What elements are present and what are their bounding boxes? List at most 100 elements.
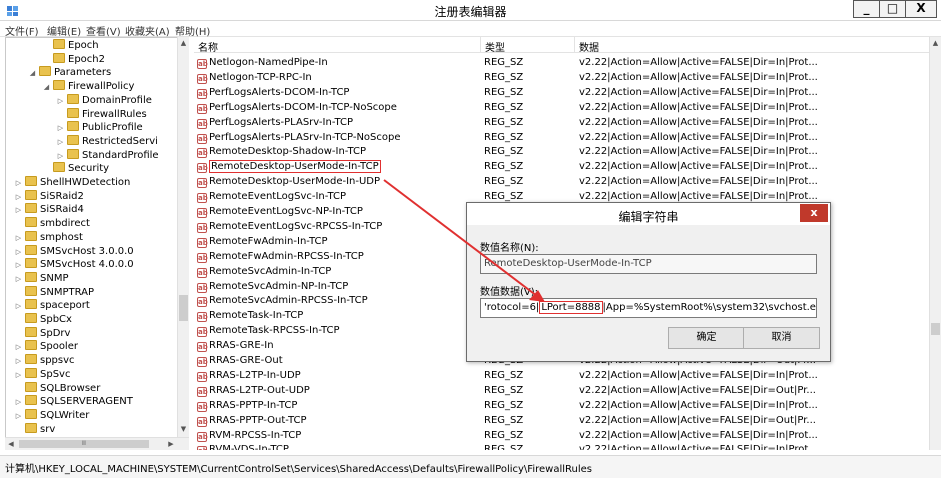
tree-item[interactable]: Epoch2 (42, 52, 105, 67)
column-divider[interactable] (480, 37, 481, 53)
table-row[interactable]: abRRAS-PPTP-In-TCP REG_SZ v2.22|Action=All… (194, 398, 929, 413)
value-name-text: Netlogon-TCP-RPC-In (209, 71, 312, 83)
tree-item[interactable]: SNMPTRAP (14, 285, 94, 300)
menu-favorites[interactable]: 收藏夹(A) (125, 23, 170, 38)
tree-expander-icon[interactable]: ◢ (28, 66, 37, 80)
tree-expander-icon[interactable]: ▷ (14, 368, 23, 382)
tree-item[interactable]: ◢ Parameters (28, 66, 111, 80)
tree-expander-icon[interactable]: ▷ (14, 203, 23, 217)
tree-item[interactable]: ▷ SMSvcHost 4.0.0.0 (14, 258, 134, 272)
scroll-up-icon[interactable]: ▲ (930, 37, 941, 49)
tree-item[interactable]: ◢ FirewallPolicy (42, 80, 134, 94)
value-data-field[interactable]: 'rotocol=6| LPort=8888 |App=%SystemRoot%\s… (480, 298, 817, 318)
tree-item[interactable]: Epoch (42, 39, 99, 53)
tree-item[interactable]: ▷ DomainProfile (56, 93, 152, 108)
table-row[interactable]: abRVM-VDS-In-TCP REG_SZ v2.22|Action=Allow… (194, 442, 929, 450)
tree-item[interactable]: FirewallRules (56, 107, 147, 122)
tree-horizontal-scrollbar[interactable]: ◀ Ⅲ ▶ (5, 437, 189, 450)
tree-item[interactable]: ▷ SpSvc (14, 367, 70, 382)
table-row[interactable]: abRRAS-PPTP-Out-TCP REG_SZ v2.22|Action=Al… (194, 413, 929, 428)
tree-item[interactable]: ▷ StandardProfile (56, 148, 159, 163)
table-row[interactable]: abNetlogon-TCP-RPC-In REG_SZ v2.22|Action=… (194, 70, 929, 85)
tree-item[interactable]: ▷ SQLSERVERAGENT (14, 395, 133, 409)
table-row[interactable]: abRemoteDesktop-UserMode-In-UDP REG_SZ v2.… (194, 174, 929, 189)
tree-item[interactable]: ▷ SiSRaid2 (14, 189, 84, 204)
value-name-text: RRAS-L2TP-Out-UDP (209, 384, 310, 396)
dialog-close-button[interactable]: x (800, 204, 828, 222)
table-row[interactable]: abPerfLogsAlerts-PLASrv-In-TCP REG_SZ v2.2… (194, 115, 929, 130)
tree-item[interactable]: ▷ smphost (14, 230, 83, 245)
minimize-button[interactable]: _ (853, 0, 880, 18)
scroll-up-icon[interactable]: ▲ (178, 37, 189, 49)
maximize-button[interactable]: □ (879, 0, 906, 18)
tree-item[interactable]: ▷ SQLWriter (14, 408, 89, 423)
close-button[interactable]: X (905, 0, 937, 18)
scroll-right-icon[interactable]: ▶ (165, 438, 177, 451)
value-name-cell: abRemoteSvcAdmin-In-TCP (197, 264, 331, 279)
tree-expander-icon[interactable]: ▷ (14, 395, 23, 409)
list-vertical-scrollbar[interactable]: ▲ (929, 37, 941, 450)
tree-item[interactable]: SQLBrowser (14, 381, 100, 396)
table-row[interactable]: abRRAS-L2TP-In-UDP REG_SZ v2.22|Action=All… (194, 368, 929, 383)
tree-item[interactable]: ▷ spaceport (14, 299, 90, 313)
tree-expander-icon[interactable]: ▷ (14, 231, 23, 245)
tree-item[interactable]: ▷ RestrictedServi (56, 134, 158, 149)
table-row[interactable]: abPerfLogsAlerts-PLASrv-In-TCP-NoScope RE… (194, 130, 929, 145)
tree-item[interactable]: ▷ SMSvcHost 3.0.0.0 (14, 244, 134, 259)
value-name-field[interactable]: RemoteDesktop-UserMode-In-TCP (480, 254, 817, 274)
column-type-header[interactable]: 类型 (485, 39, 505, 54)
tree-expander-icon[interactable]: ▷ (14, 409, 23, 423)
tree-item[interactable]: smbdirect (14, 217, 90, 231)
lport-highlight: LPort=8888 (539, 301, 603, 314)
scroll-thumb[interactable] (179, 295, 188, 321)
tree-expander-icon[interactable]: ▷ (56, 94, 65, 108)
tree-item[interactable]: srv (14, 422, 55, 437)
table-row[interactable]: abRRAS-L2TP-Out-UDP REG_SZ v2.22|Action=Al… (194, 383, 929, 398)
menu-view[interactable]: 查看(V) (86, 23, 121, 38)
tree-item[interactable]: ▷ PublicProfile (56, 121, 143, 135)
ok-button[interactable]: 确定 (668, 327, 745, 349)
tree-expander-icon[interactable]: ▷ (14, 354, 23, 368)
value-data-cell: v2.22|Action=Allow|Active=FALSE|Dir=In|P… (579, 131, 818, 143)
table-row[interactable]: abNetlogon-NamedPipe-In REG_SZ v2.22|Actio… (194, 55, 929, 70)
tree-expander-icon[interactable]: ▷ (56, 135, 65, 149)
tree-item[interactable]: ▷ ShellHWDetection (14, 176, 130, 190)
scroll-thumb[interactable] (931, 323, 940, 335)
column-divider[interactable] (574, 37, 575, 53)
tree-expander-icon[interactable]: ▷ (14, 258, 23, 272)
folder-icon (67, 107, 79, 118)
scroll-left-icon[interactable]: ◀ (5, 438, 17, 451)
tree-item[interactable]: ▷ sppsvc (14, 354, 75, 368)
tree-expander-icon[interactable]: ▷ (14, 190, 23, 204)
tree-item[interactable]: ▷ SNMP (14, 271, 69, 286)
tree-item[interactable]: SpbCx (14, 313, 72, 327)
table-row[interactable]: ab RemoteDesktop-UserMode-In-TCP REG_SZ v2.… (194, 159, 929, 174)
hscroll-thumb[interactable]: Ⅲ (19, 440, 149, 448)
reg-string-icon: ab (197, 357, 208, 367)
tree-expander-icon[interactable]: ▷ (56, 121, 65, 135)
menu-edit[interactable]: 编辑(E) (47, 23, 81, 38)
tree-item[interactable]: Security (42, 162, 109, 176)
tree-expander-icon[interactable]: ▷ (14, 299, 23, 313)
registry-path: 计算机\HKEY_LOCAL_MACHINE\SYSTEM\CurrentCon… (5, 464, 592, 475)
tree-expander-icon[interactable]: ▷ (14, 340, 23, 354)
tree-vertical-scrollbar[interactable]: ▲ ▼ (177, 37, 189, 437)
table-row[interactable]: abRVM-RPCSS-In-TCP REG_SZ v2.22|Action=All… (194, 428, 929, 443)
tree-expander-icon[interactable]: ▷ (14, 272, 23, 286)
tree-item[interactable]: ▷ SiSRaid4 (14, 203, 84, 217)
tree-expander-icon[interactable]: ▷ (14, 176, 23, 190)
cancel-button[interactable]: 取消 (743, 327, 820, 349)
menu-help[interactable]: 帮助(H) (175, 23, 210, 38)
table-row[interactable]: abPerfLogsAlerts-DCOM-In-TCP-NoScope REG_… (194, 100, 929, 115)
column-data-header[interactable]: 数据 (579, 39, 599, 54)
scroll-down-icon[interactable]: ▼ (178, 423, 189, 435)
table-row[interactable]: abPerfLogsAlerts-DCOM-In-TCP REG_SZ v2.22|… (194, 85, 929, 100)
tree-expander-icon[interactable]: ▷ (14, 245, 23, 259)
menu-file[interactable]: 文件(F) (5, 23, 39, 38)
table-row[interactable]: abRemoteDesktop-Shadow-In-TCP REG_SZ v2.22… (194, 144, 929, 159)
tree-item[interactable]: ▷ Spooler (14, 340, 78, 354)
tree-expander-icon[interactable]: ▷ (56, 149, 65, 163)
tree-expander-icon[interactable]: ◢ (42, 80, 51, 94)
tree-item[interactable]: SpDrv (14, 326, 70, 341)
column-name-header[interactable]: 名称 (198, 39, 218, 54)
